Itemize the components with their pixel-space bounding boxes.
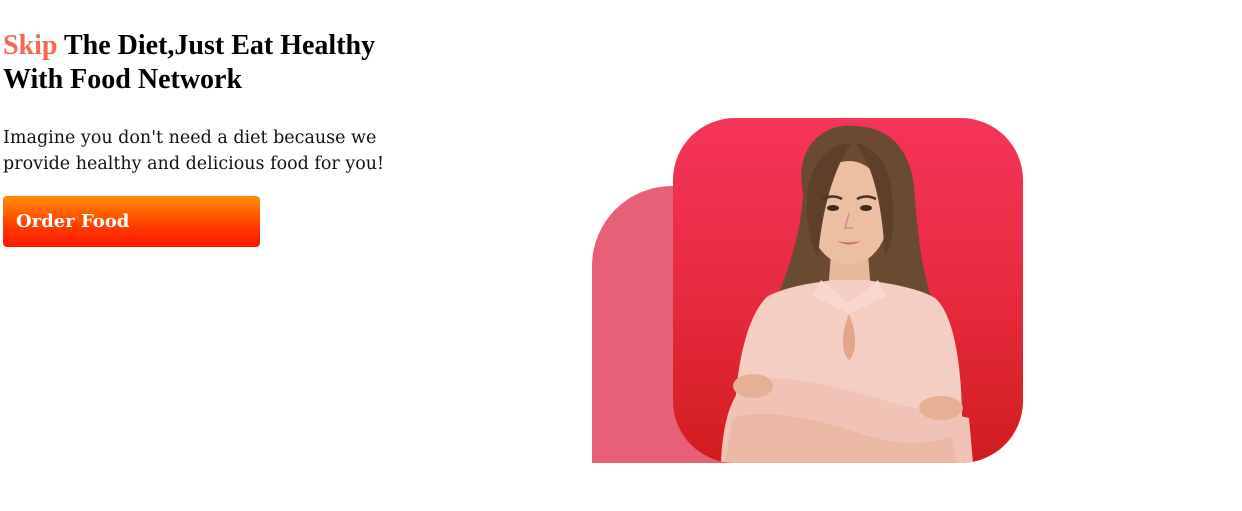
woman-portrait-image — [721, 125, 973, 463]
hero-image-card — [673, 118, 1023, 463]
headline-rest: The Diet,Just Eat Healthy With Food Netw… — [3, 30, 376, 95]
order-food-button[interactable]: Order Food — [3, 196, 260, 247]
hero-section: Skip The Diet,Just Eat Healthy With Food… — [0, 0, 1242, 511]
hero-headline: Skip The Diet,Just Eat Healthy With Food… — [3, 29, 423, 97]
hero-subtext: Imagine you don't need a diet because we… — [3, 128, 385, 174]
headline-accent: Skip — [3, 30, 58, 61]
